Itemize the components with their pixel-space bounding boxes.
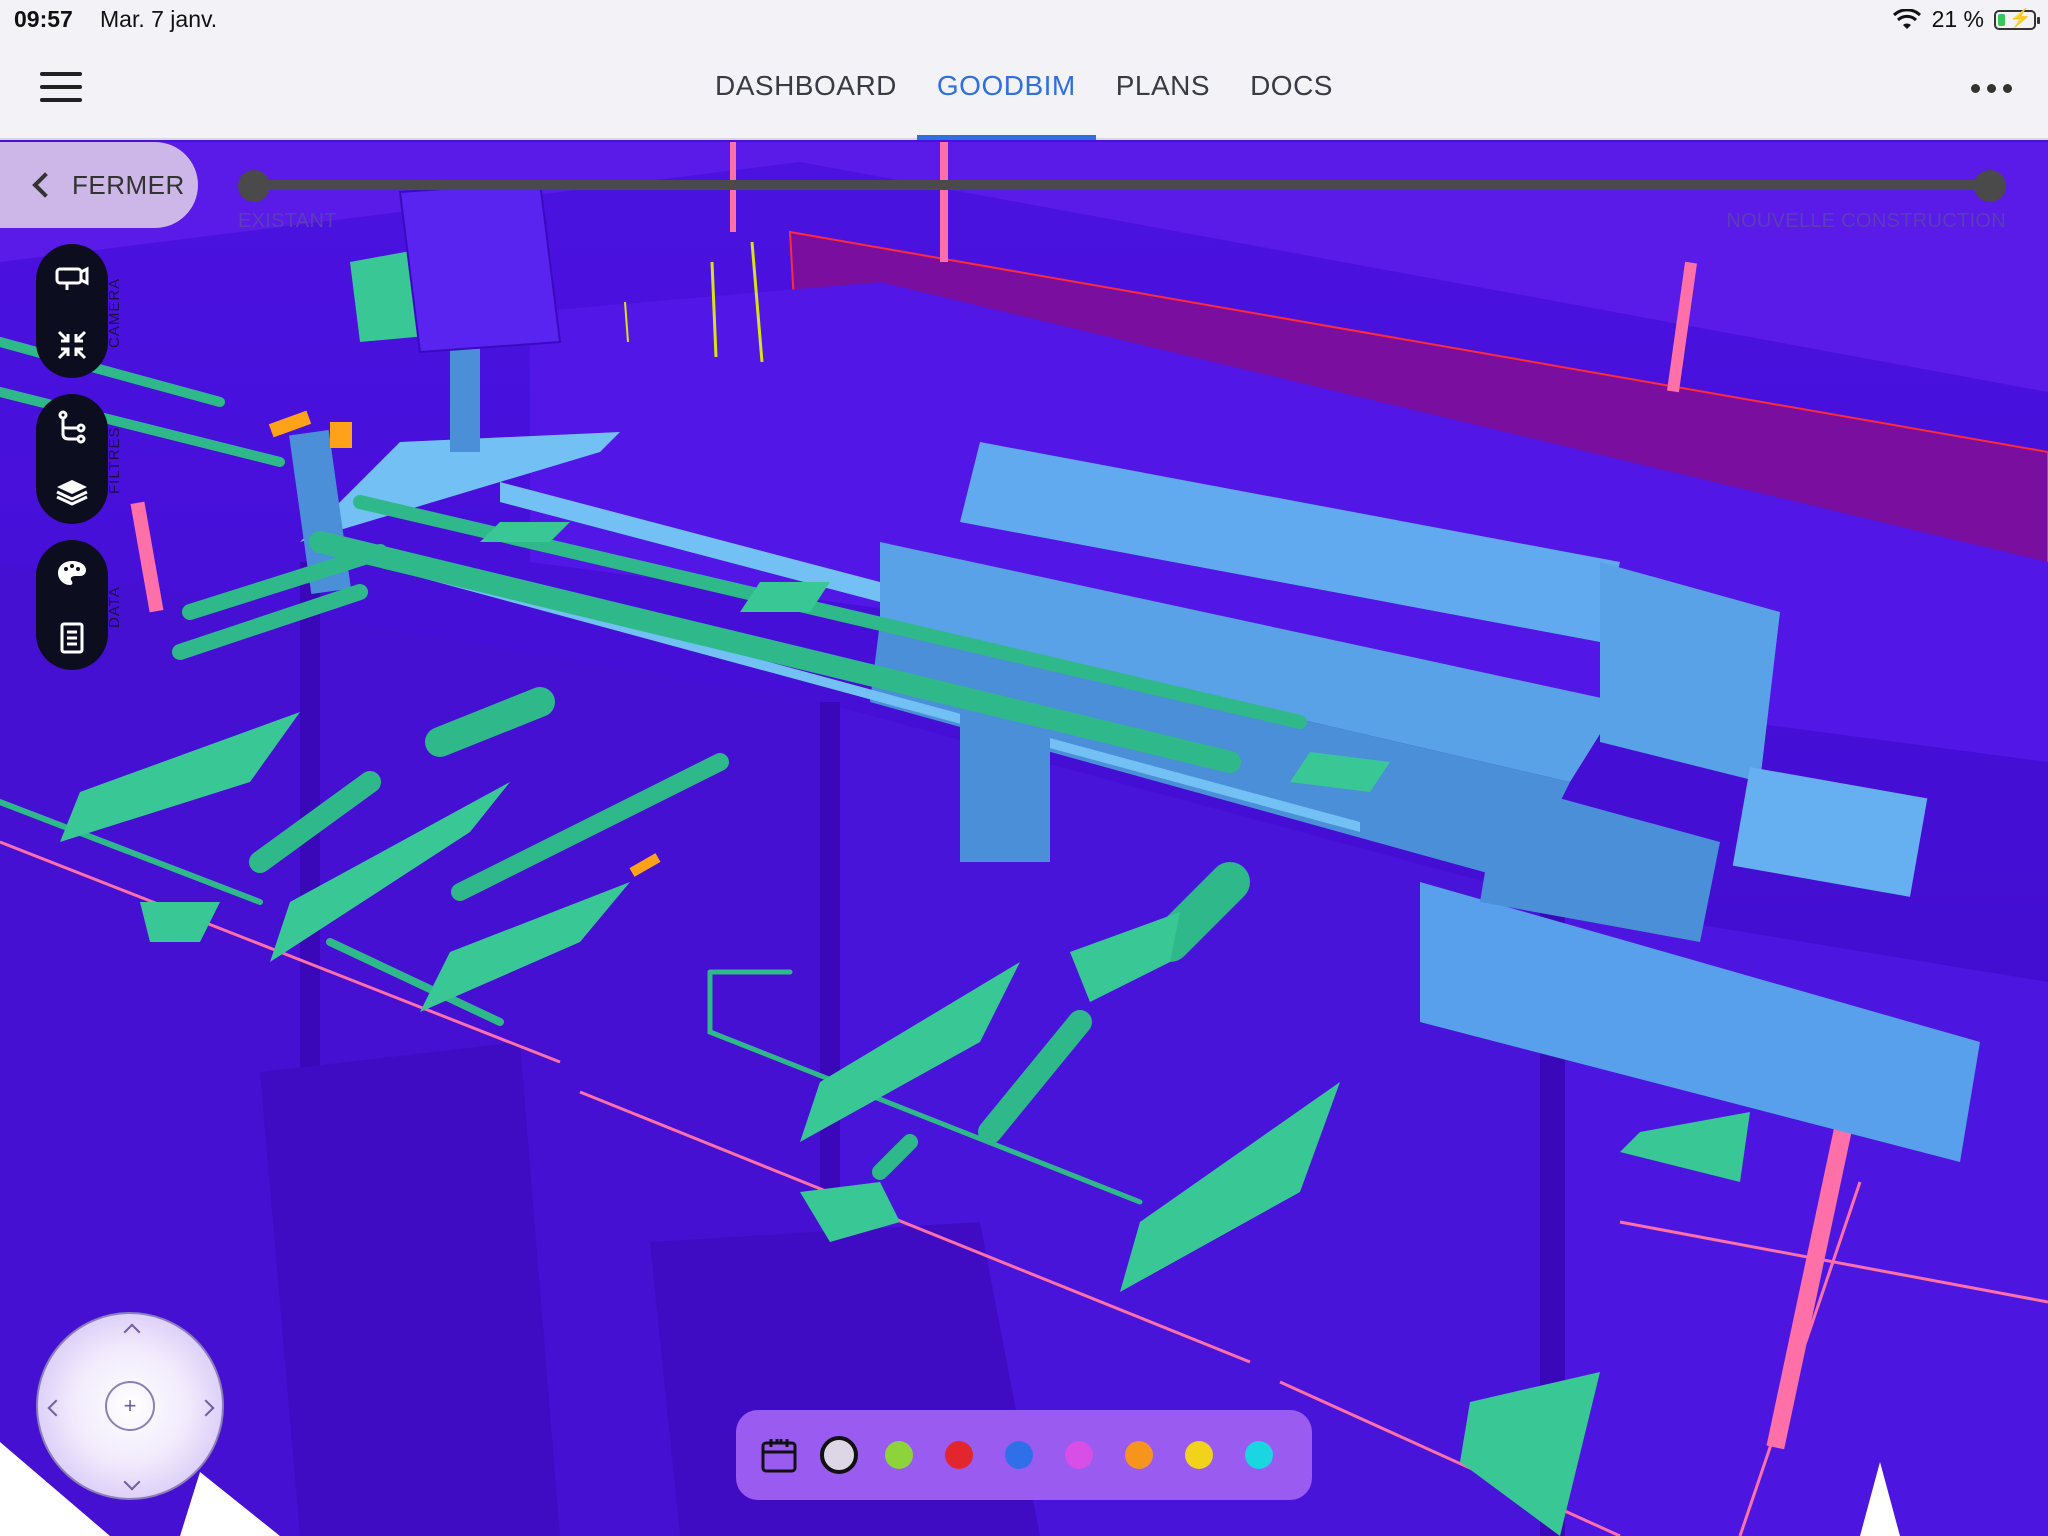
navigation-joystick[interactable]: + — [36, 1312, 224, 1500]
collapse-arrows-icon[interactable] — [50, 323, 94, 367]
data-group-tag: DATA — [106, 586, 123, 628]
status-time: 09:57 — [14, 6, 73, 32]
color-swatch[interactable] — [1180, 1436, 1218, 1474]
color-swatch[interactable] — [1240, 1436, 1278, 1474]
color-dot — [1005, 1441, 1033, 1469]
tab-docs[interactable]: DOCS — [1230, 70, 1353, 140]
branch-icon[interactable] — [50, 405, 94, 449]
close-viewer-button[interactable]: FERMER — [0, 142, 198, 228]
timeline-end-handle[interactable] — [1974, 170, 2006, 202]
color-dot — [1065, 1441, 1093, 1469]
battery-percent: 21 % — [1931, 6, 1984, 32]
tab-plans[interactable]: PLANS — [1096, 70, 1230, 140]
color-swatch[interactable] — [1120, 1436, 1158, 1474]
joystick-right-arrow-icon — [197, 1399, 215, 1417]
phase-timeline-track[interactable] — [252, 180, 1992, 190]
chevron-left-icon — [32, 172, 58, 198]
joystick-left-arrow-icon — [47, 1399, 65, 1417]
more-dots-icon[interactable] — [1971, 84, 2012, 93]
timeline-end-label: NOUVELLE CONSTRUCTION — [1726, 210, 2006, 232]
status-right: 21 % ⚡ — [1892, 6, 2040, 33]
color-swatch[interactable] — [880, 1436, 918, 1474]
color-swatches — [820, 1436, 1278, 1474]
bim-3d-viewport[interactable] — [0, 142, 2048, 1536]
color-dot — [1125, 1441, 1153, 1469]
filter-group-tag: FILTRES — [106, 426, 123, 494]
color-dot — [885, 1441, 913, 1469]
document-icon[interactable] — [50, 616, 94, 660]
layers-icon[interactable] — [50, 470, 94, 514]
calendar-icon[interactable] — [760, 1436, 798, 1474]
data-tool-group — [36, 540, 108, 670]
status-bar: 09:57 Mar. 7 janv. 21 % ⚡ — [0, 0, 2048, 40]
color-swatch[interactable] — [940, 1436, 978, 1474]
color-swatch[interactable] — [820, 1436, 858, 1474]
color-swatch[interactable] — [1000, 1436, 1038, 1474]
bim-model-render — [0, 142, 2048, 1536]
camera-icon[interactable] — [50, 256, 94, 300]
tab-goodbim[interactable]: GOODBIM — [916, 70, 1096, 140]
color-dot — [820, 1436, 858, 1474]
color-swatch[interactable] — [1060, 1436, 1098, 1474]
color-dot — [1245, 1441, 1273, 1469]
timeline-start-label: EXISTANT — [238, 210, 337, 232]
color-picker-toolbar — [736, 1410, 1312, 1500]
joystick-down-arrow-icon — [123, 1473, 141, 1491]
joystick-center-plus-icon[interactable]: + — [105, 1381, 155, 1431]
color-dot — [1185, 1441, 1213, 1469]
main-tabs: DASHBOARD GOODBIM PLANS DOCS — [0, 70, 2048, 140]
top-navigation-bar: DASHBOARD GOODBIM PLANS DOCS — [0, 40, 2048, 140]
wifi-icon — [1892, 8, 1921, 29]
camera-group-tag: CAMERA — [106, 277, 123, 348]
filter-tool-group — [36, 394, 108, 524]
joystick-up-arrow-icon — [123, 1323, 141, 1341]
timeline-start-handle[interactable] — [238, 170, 270, 202]
palette-icon[interactable] — [50, 551, 94, 595]
camera-tool-group — [36, 244, 108, 378]
color-dot — [945, 1441, 973, 1469]
close-viewer-label: FERMER — [72, 169, 185, 200]
battery-icon: ⚡ — [1994, 8, 2040, 30]
tab-dashboard[interactable]: DASHBOARD — [695, 70, 917, 140]
status-date: Mar. 7 janv. — [100, 6, 218, 32]
